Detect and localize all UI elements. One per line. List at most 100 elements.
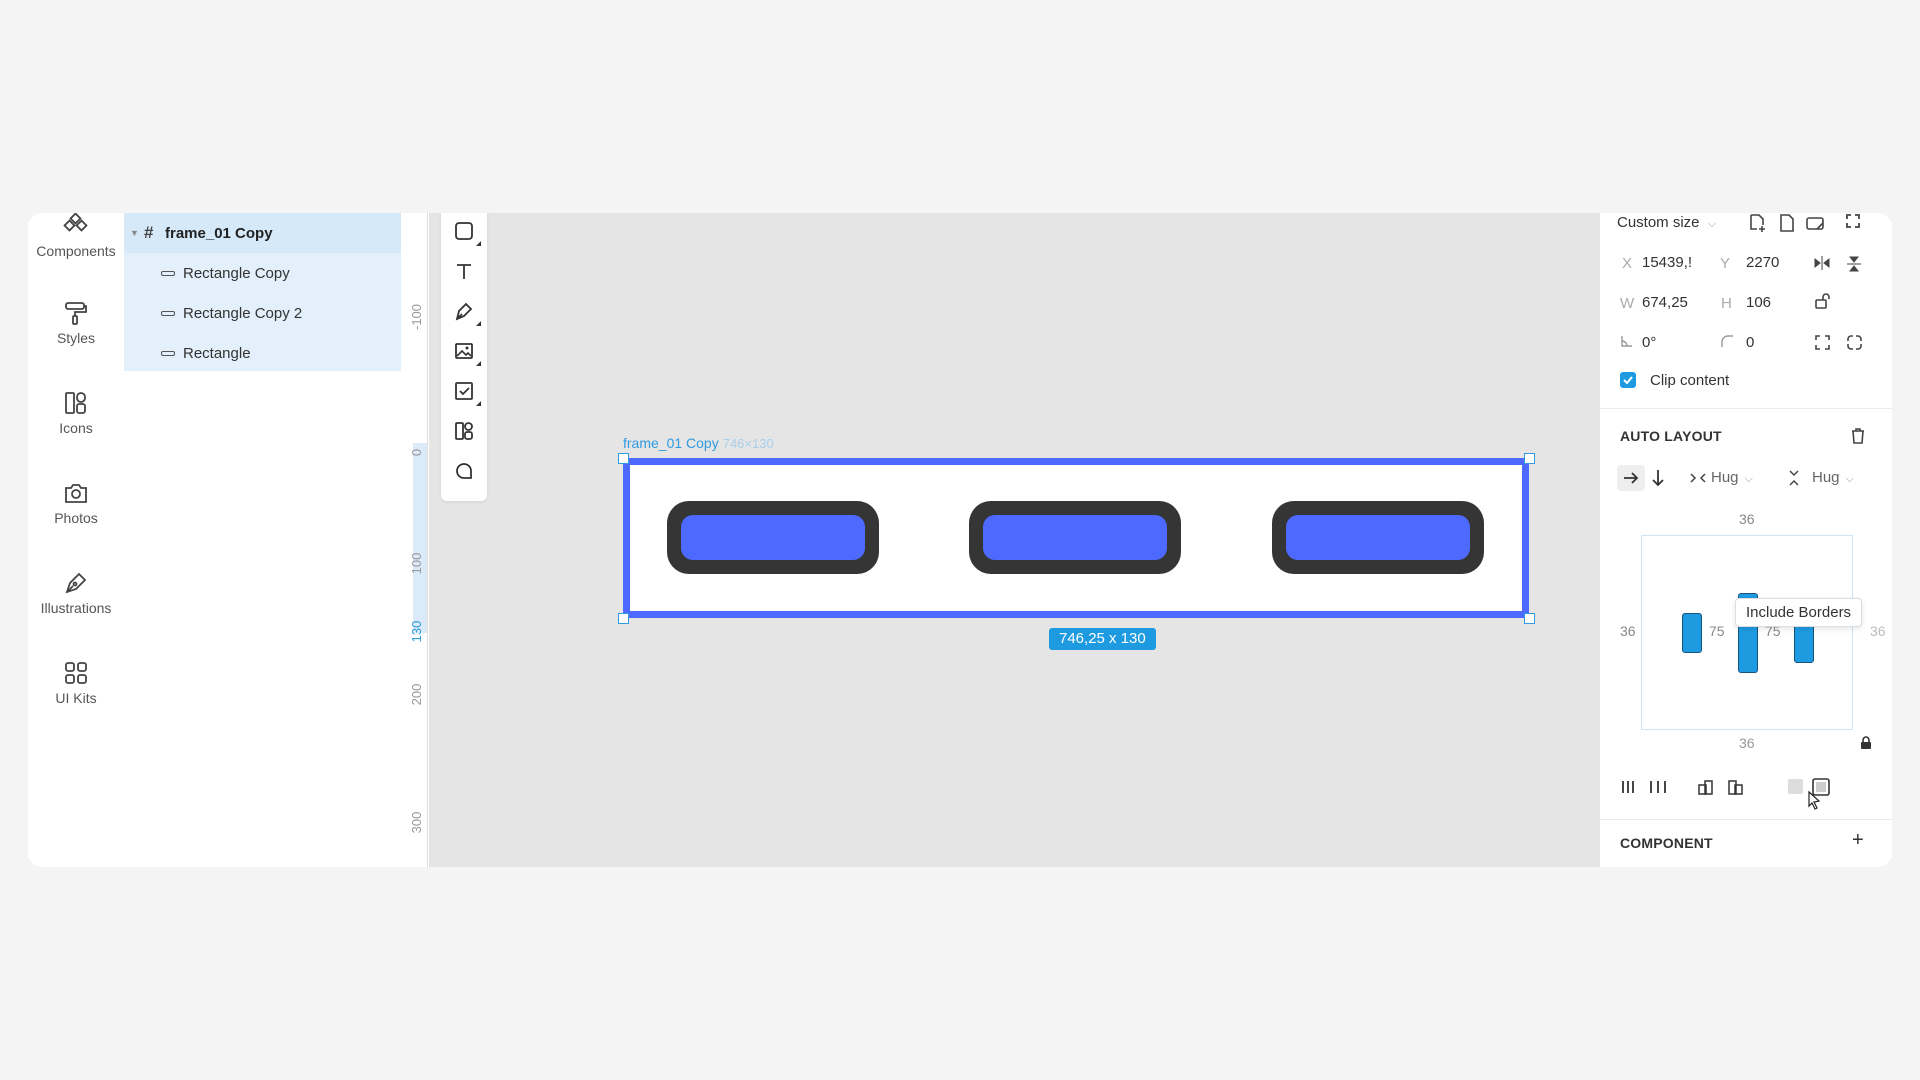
padding-top-value[interactable]: 36: [1739, 511, 1755, 527]
frame-orientation-icon[interactable]: [1805, 213, 1825, 233]
resize-handle-bottom-right[interactable]: [1524, 613, 1535, 624]
w-label: W: [1620, 295, 1635, 312]
paint-roller-icon: [65, 302, 87, 325]
resize-handle-top-right[interactable]: [1524, 453, 1535, 464]
padding-left-value[interactable]: 36: [1620, 623, 1636, 639]
ruler-tick: 0: [409, 448, 424, 457]
add-component-button[interactable]: +: [1852, 829, 1864, 852]
child-bar-1: [1682, 613, 1702, 653]
canvas-stacking-first-icon[interactable]: [1697, 778, 1715, 796]
flip-horizontal-icon[interactable]: [1813, 255, 1831, 271]
layer-rectangle[interactable]: Rectangle: [124, 333, 401, 373]
auto-layout-title: AUTO LAYOUT: [1620, 428, 1722, 444]
image-tool[interactable]: [451, 338, 481, 366]
width-hug-icon: [1690, 473, 1706, 483]
sidebar-item-photos[interactable]: Photos: [28, 480, 124, 526]
components-tool[interactable]: [451, 418, 477, 444]
direction-horizontal-button[interactable]: [1617, 465, 1645, 491]
rectangle[interactable]: [1272, 501, 1484, 574]
layer-label: frame_01 Copy: [165, 224, 273, 242]
y-label: Y: [1720, 255, 1731, 272]
smooth-corners-icon[interactable]: [1846, 334, 1863, 351]
height-hug-icon: [1789, 470, 1799, 486]
x-input[interactable]: 15439,!: [1642, 254, 1692, 271]
camera-icon: [65, 484, 87, 503]
sidebar-item-label: UI Kits: [55, 690, 97, 706]
rectangle-copy[interactable]: [667, 501, 879, 574]
h-input[interactable]: 106: [1746, 294, 1771, 311]
sidebar-item-label: Styles: [56, 330, 96, 346]
clip-content-checkbox[interactable]: [1620, 372, 1636, 388]
ruler-tick: 100: [409, 552, 424, 575]
distribute-packed-icon[interactable]: [1620, 779, 1636, 795]
rotation-icon: [1621, 336, 1632, 347]
toolbar: [441, 213, 487, 501]
width-mode-value: Hug: [1711, 469, 1739, 486]
rectangle-inner: [681, 515, 865, 560]
independent-corners-icon[interactable]: [1814, 334, 1831, 351]
size-preset-dropdown[interactable]: Custom size ⌵: [1617, 214, 1716, 231]
y-input[interactable]: 2270: [1746, 254, 1779, 271]
sidebar-item-components[interactable]: Components: [28, 213, 124, 259]
icons-icon: [65, 392, 86, 414]
grid-icon: [65, 662, 87, 684]
h-label: H: [1721, 295, 1732, 312]
unlock-icon[interactable]: [1814, 292, 1832, 310]
clip-content-label: Clip content: [1650, 372, 1730, 389]
sidebar-item-icons[interactable]: Icons: [28, 390, 124, 436]
lock-icon[interactable]: [1860, 736, 1872, 750]
asset-sidebar: Components Styles Icons Photos Illustrat…: [28, 213, 124, 867]
ruler-tick: -100: [409, 303, 424, 330]
pen-nib-icon: [65, 572, 87, 594]
fullscreen-icon[interactable]: [1845, 213, 1861, 229]
gap-value-1[interactable]: 75: [1709, 623, 1725, 639]
w-input[interactable]: 674,25: [1642, 294, 1688, 311]
rectangle-icon: [455, 222, 473, 240]
rectangle-tool[interactable]: [451, 218, 481, 246]
padding-right-value[interactable]: 36: [1870, 623, 1886, 639]
layer-frame-01-copy[interactable]: ▼ # frame_01 Copy: [124, 213, 401, 253]
sidebar-item-styles[interactable]: Styles: [28, 300, 124, 346]
canvas-stacking-last-icon[interactable]: [1727, 778, 1745, 796]
checkbox-tool[interactable]: [451, 378, 481, 406]
add-page-icon[interactable]: [1747, 213, 1767, 233]
sidebar-item-illustrations[interactable]: Illustrations: [28, 570, 124, 616]
chevron-down-icon: ⌵: [1707, 218, 1717, 230]
sidebar-item-label: Photos: [54, 510, 98, 526]
pen-icon: [455, 302, 473, 321]
layer-label: Rectangle Copy 2: [183, 304, 303, 322]
layer-rectangle-copy-2[interactable]: Rectangle Copy 2: [124, 293, 401, 333]
height-mode-dropdown[interactable]: Hug ⌵: [1812, 469, 1854, 486]
frame-name-label[interactable]: frame_01 Copy 746×130: [623, 435, 774, 451]
comment-tool[interactable]: [451, 458, 477, 484]
radius-input[interactable]: 0: [1746, 334, 1754, 351]
width-mode-dropdown[interactable]: Hug ⌵: [1711, 469, 1753, 486]
trash-icon[interactable]: [1850, 427, 1866, 445]
rectangle-icon: [161, 350, 175, 356]
rectangle-copy-2[interactable]: [969, 501, 1181, 574]
design-canvas[interactable]: frame_01 Copy 746×130 746,25 x 130: [429, 213, 1599, 867]
include-borders-tooltip: Include Borders: [1735, 598, 1863, 627]
sidebar-item-ui-kits[interactable]: UI Kits: [28, 660, 124, 706]
layers-panel: ▼ # frame_01 Copy Rectangle Copy Rectang…: [124, 213, 428, 867]
resize-handle-top-left[interactable]: [618, 453, 629, 464]
flip-vertical-icon[interactable]: [1846, 255, 1862, 273]
ruler-tick: 130: [409, 620, 424, 643]
exclude-borders-button[interactable]: [1788, 779, 1803, 794]
frame-name: frame_01 Copy: [623, 435, 719, 451]
rectangle-icon: [161, 310, 175, 316]
properties-panel: Custom size ⌵ X 15439,! Y 2270 W 674,25 …: [1599, 213, 1892, 867]
layer-rectangle-copy[interactable]: Rectangle Copy: [124, 253, 401, 293]
resize-handle-bottom-left[interactable]: [618, 613, 629, 624]
rotation-input[interactable]: 0°: [1642, 334, 1656, 351]
pen-tool[interactable]: [451, 298, 481, 326]
arrow-down-icon[interactable]: [1651, 469, 1665, 487]
frame-01-copy[interactable]: [623, 458, 1529, 618]
padding-bottom-value[interactable]: 36: [1739, 735, 1755, 751]
document-icon[interactable]: [1778, 213, 1796, 233]
checkbox-icon: [455, 382, 473, 400]
rectangle-inner: [1286, 515, 1470, 560]
distribute-space-between-icon[interactable]: [1649, 779, 1667, 795]
text-tool[interactable]: [451, 258, 477, 284]
caret-down-icon[interactable]: ▼: [130, 228, 139, 238]
